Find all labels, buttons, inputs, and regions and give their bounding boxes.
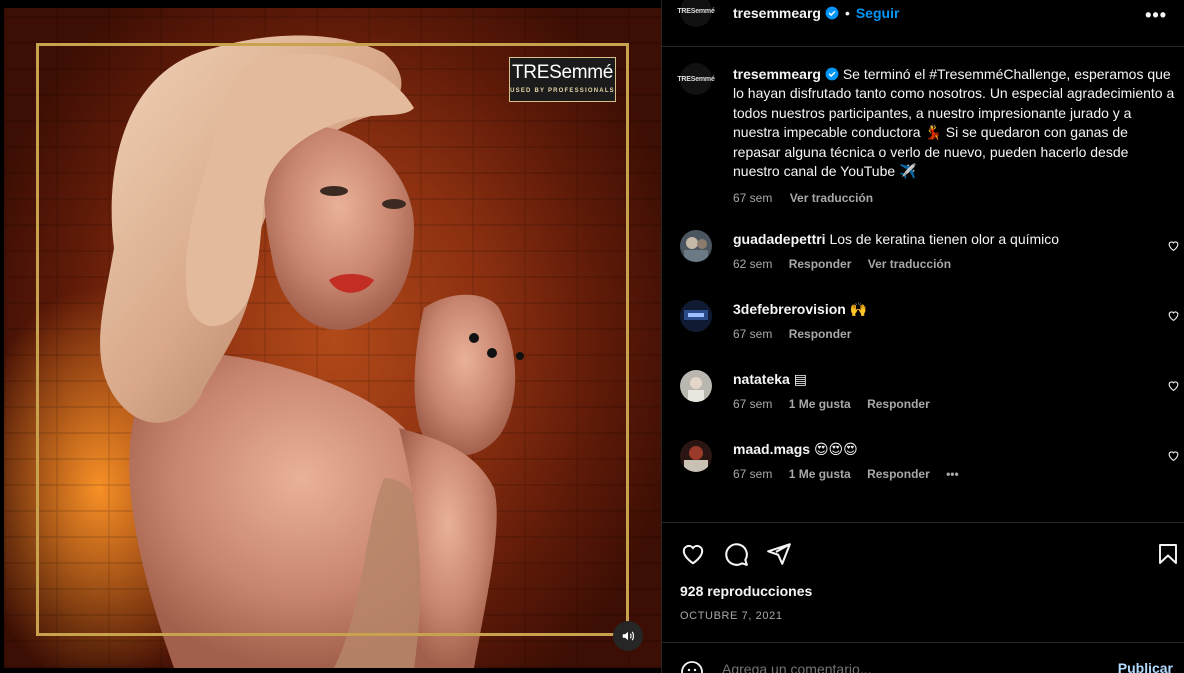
- brand-tagline: USED BY PROFESSIONALS: [510, 88, 615, 94]
- comment-meta: 67 sem 1 Me gusta Responder •••: [733, 467, 1153, 481]
- comment-likes[interactable]: 1 Me gusta: [789, 397, 851, 411]
- mute-button[interactable]: [613, 621, 643, 651]
- comment-avatar[interactable]: [680, 440, 712, 472]
- verified-badge-icon: [825, 6, 839, 20]
- reply-button[interactable]: Responder: [789, 327, 852, 341]
- publish-button[interactable]: Publicar: [1118, 660, 1173, 673]
- comment-translate-link[interactable]: Ver traducción: [868, 257, 951, 271]
- caption-username[interactable]: tresemmearg: [733, 66, 821, 82]
- emoji-icon[interactable]: [680, 660, 704, 673]
- author-avatar[interactable]: TRESemmé: [677, 0, 715, 27]
- add-comment-bar: Publicar: [662, 642, 1184, 673]
- view-count[interactable]: 928 reproducciones: [680, 583, 812, 599]
- comment-time[interactable]: 67 sem: [733, 397, 772, 411]
- post-panel: TRESemmé tresemmearg • Seguir ••• TRESemmé…: [661, 0, 1184, 673]
- comment-avatar[interactable]: [680, 300, 712, 332]
- comment-username[interactable]: maad.mags: [733, 441, 810, 457]
- comment-meta: 62 sem Responder Ver traducción: [733, 257, 1153, 271]
- caption: tresemmearg Se terminó el #TresemméChall…: [733, 65, 1175, 209]
- heart-icon[interactable]: [1167, 379, 1180, 392]
- send-icon[interactable]: [766, 541, 792, 567]
- bookmark-icon[interactable]: [1156, 541, 1180, 567]
- caption-time[interactable]: 67 sem: [733, 191, 772, 205]
- heart-icon[interactable]: [680, 541, 706, 567]
- comment-more-button[interactable]: •••: [946, 467, 959, 481]
- caption-translate-link[interactable]: Ver traducción: [790, 191, 873, 205]
- post-date[interactable]: OCTUBRE 7, 2021: [680, 610, 783, 622]
- follow-button[interactable]: Seguir: [856, 5, 900, 21]
- caption-avatar[interactable]: TRESemmé: [677, 63, 715, 95]
- speaker-icon: [622, 631, 634, 641]
- comment-username[interactable]: natateka: [733, 371, 790, 387]
- comment-likes[interactable]: 1 Me gusta: [789, 467, 851, 481]
- caption-text: Se terminó el #TresemméChallenge, espera…: [733, 66, 1175, 180]
- heart-icon[interactable]: [1167, 309, 1180, 322]
- comment-text: 🙌: [849, 301, 868, 317]
- post-actions-section: 928 reproducciones OCTUBRE 7, 2021: [662, 522, 1184, 622]
- comment-text: ▤: [793, 371, 807, 387]
- caption-meta: 67 sem Ver traducción: [733, 189, 1175, 208]
- reply-button[interactable]: Responder: [867, 467, 930, 481]
- reply-button[interactable]: Responder: [867, 397, 930, 411]
- brand-name: TRESemmé: [511, 62, 614, 83]
- post-media[interactable]: TRESemmé USED BY PROFESSIONALS: [0, 0, 661, 673]
- reply-button[interactable]: Responder: [789, 257, 852, 271]
- avatar-label: TRESemmé: [677, 7, 715, 15]
- more-options-button[interactable]: •••: [1145, 5, 1167, 26]
- comment-icon[interactable]: [723, 541, 749, 567]
- comment-text: 😍😍😍: [813, 441, 858, 457]
- heart-icon[interactable]: [1167, 449, 1180, 462]
- comment-avatar[interactable]: [680, 230, 712, 262]
- author-username[interactable]: tresemmearg: [733, 5, 821, 21]
- comment-time[interactable]: 62 sem: [733, 257, 772, 271]
- avatar-label: TRESemmé: [677, 75, 715, 83]
- comment-input[interactable]: [722, 661, 1082, 673]
- tresemme-logo: TRESemmé USED BY PROFESSIONALS: [509, 57, 616, 102]
- gold-frame: [36, 43, 629, 636]
- comment-text: Los de keratina tienen olor a químico: [829, 231, 1060, 247]
- separator-dot: •: [844, 5, 850, 21]
- comment-meta: 67 sem 1 Me gusta Responder: [733, 397, 1153, 411]
- comment-meta: 67 sem Responder: [733, 327, 1153, 341]
- comment-username[interactable]: guadadepettri: [733, 231, 826, 247]
- comment-time[interactable]: 67 sem: [733, 467, 772, 481]
- comment-username[interactable]: 3defebrerovision: [733, 301, 846, 317]
- comment-avatar[interactable]: [680, 370, 712, 402]
- post-header: TRESemmé tresemmearg • Seguir •••: [662, 0, 1184, 47]
- comment-time[interactable]: 67 sem: [733, 327, 772, 341]
- heart-icon[interactable]: [1167, 239, 1180, 252]
- verified-badge-icon: [825, 67, 839, 81]
